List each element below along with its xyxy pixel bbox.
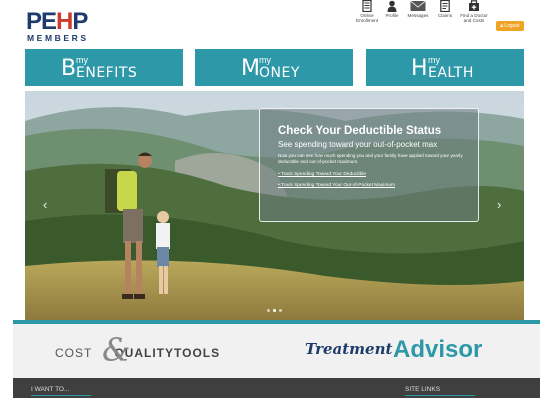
carousel-indicators (267, 309, 282, 312)
carousel-dot-active[interactable] (273, 309, 276, 312)
lock-icon: 🔒︎ (500, 23, 503, 29)
logout-button[interactable]: 🔒︎ Logout (496, 21, 524, 31)
link-track-deductible[interactable]: • Track Spending Toward Your Deductible (278, 172, 366, 177)
logo-wordmark: PEHP (26, 8, 88, 35)
pehp-logo[interactable]: PEHP MEMBERS (26, 8, 89, 44)
tile-my: my (259, 55, 271, 65)
tile-my-health[interactable]: H my EALTH (366, 49, 524, 86)
advisor-text: Advisor (393, 336, 483, 363)
footer-underline (405, 395, 475, 396)
nav-messages[interactable]: Messages (403, 0, 433, 18)
deductible-promo-panel: Check Your Deductible Status See spendin… (259, 108, 479, 222)
nav-label: Messages (407, 13, 429, 18)
logo-subtitle: MEMBERS (27, 33, 89, 43)
tile-my: my (428, 55, 440, 65)
nav-label: Online Enrollment (356, 13, 378, 23)
tile-initial: M (241, 56, 260, 81)
footer-underline (31, 395, 91, 396)
envelope-icon (410, 0, 426, 11)
link-track-out-of-pocket[interactable]: • Track Spending Toward Your Out-of-Pock… (278, 183, 395, 188)
tile-my: my (76, 55, 88, 65)
site-footer: I WANT TO... SITE LINKS (13, 378, 540, 398)
tools-band: COST & QUALITYTOOLS Treatment Advisor (13, 324, 540, 378)
tile-initial: H (411, 56, 428, 81)
carousel-next-arrow[interactable]: › (497, 197, 501, 212)
promo-body: Now you can see how much spending you an… (278, 153, 463, 164)
enrollment-icon (362, 0, 372, 12)
ampersand: & (102, 331, 132, 369)
footer-i-want-to: I WANT TO... (31, 386, 70, 393)
claims-icon (440, 0, 450, 12)
nav-claims[interactable]: Claims (430, 0, 460, 18)
treatment-text: Treatment (305, 340, 393, 358)
nav-find-doctor[interactable]: Find a Doctor and Costs (459, 0, 489, 23)
carousel-prev-arrow[interactable]: ‹ (43, 197, 47, 212)
footer-site-links: SITE LINKS (405, 386, 441, 393)
site-header: PEHP MEMBERS Online Enrollment Profile M… (0, 0, 540, 46)
cost-text: COST (55, 346, 93, 360)
profile-icon (387, 0, 397, 12)
tile-my-money[interactable]: M my ONEY (195, 49, 353, 86)
cost-quality-tools-logo[interactable]: COST & QUALITYTOOLS (55, 331, 220, 369)
tile-initial: B (61, 56, 77, 81)
tile-label: EALTH (428, 65, 474, 81)
promo-title: Check Your Deductible Status (278, 125, 442, 137)
nav-label: Claims (437, 13, 453, 18)
hero-carousel: Check Your Deductible Status See spendin… (25, 91, 524, 320)
promo-subtitle: See spending toward your out-of-pocket m… (278, 140, 438, 149)
carousel-dot[interactable] (267, 309, 270, 312)
carousel-dot[interactable] (279, 309, 282, 312)
tile-label: ONEY (259, 65, 300, 81)
tile-my-benefits[interactable]: B my ENEFITS (25, 49, 183, 86)
nav-label: Profile (385, 13, 399, 18)
tile-label: ENEFITS (76, 65, 138, 81)
nav-label: Find a Doctor and Costs (460, 13, 488, 23)
find-doctor-icon (469, 0, 479, 11)
